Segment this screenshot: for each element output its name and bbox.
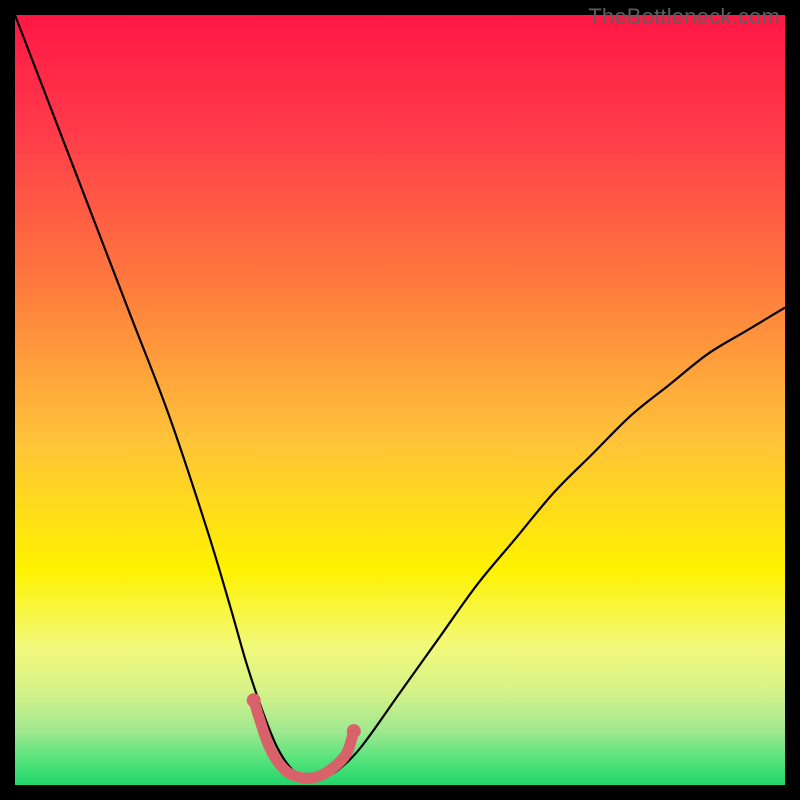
chart-container: TheBottleneck.com: [0, 0, 800, 800]
watermark-text: TheBottleneck.com: [588, 4, 780, 30]
curve-layer: [15, 15, 785, 785]
plot-area: [15, 15, 785, 785]
optimal-zone-path: [254, 700, 354, 778]
bottleneck-curve-path: [15, 15, 785, 778]
optimal-zone-endpoint: [347, 724, 361, 738]
optimal-zone-endpoint: [247, 693, 261, 707]
